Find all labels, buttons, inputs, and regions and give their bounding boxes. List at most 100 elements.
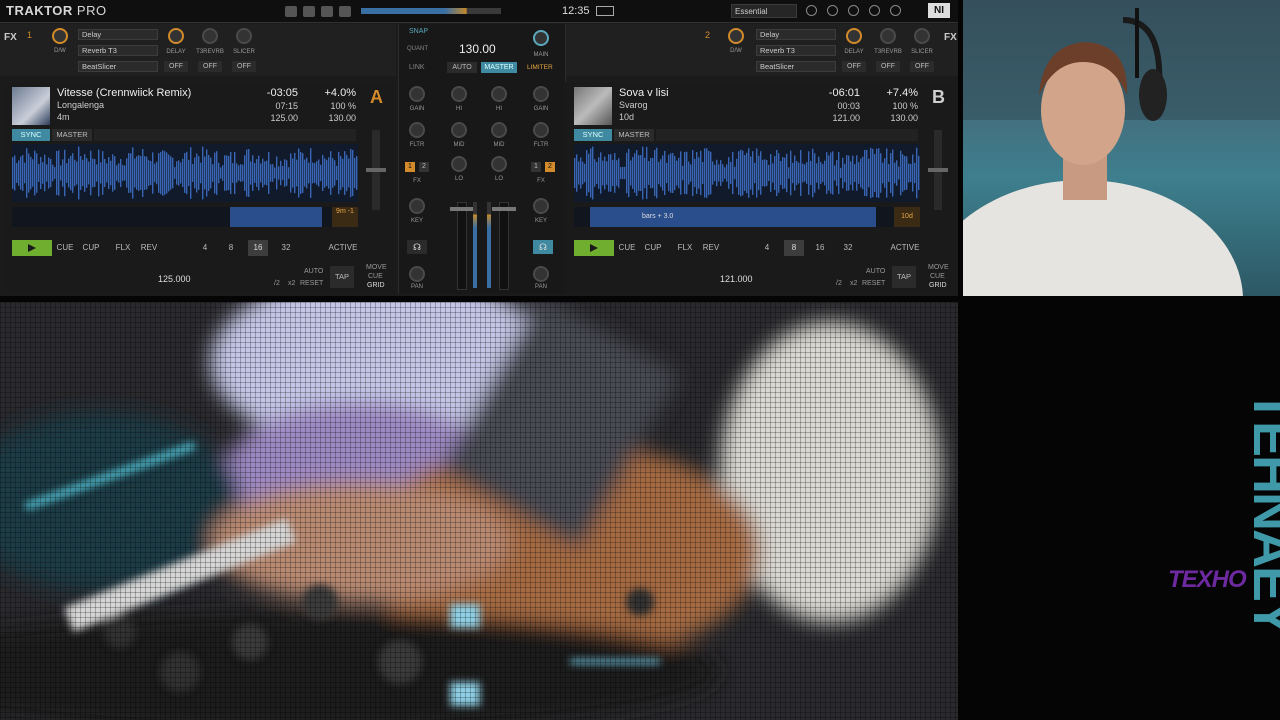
mid-knob-a[interactable] [451,122,467,138]
lo-knob-a[interactable] [451,156,467,172]
mid-knob-b[interactable] [491,122,507,138]
filter-knob-b[interactable] [533,122,549,138]
auto-button[interactable]: AUTO [866,268,885,275]
gain-knob-a[interactable] [409,86,425,102]
auto-button[interactable]: AUTO [304,268,323,275]
auto-button[interactable]: AUTO [447,62,477,73]
half-button[interactable]: /2 [274,280,280,287]
snap-button[interactable]: SNAP [409,28,428,35]
loop-size-32[interactable]: 32 [838,240,858,256]
fx-button-2[interactable]: OFF [876,61,900,72]
gear-icon[interactable] [827,5,838,16]
cassette-icon[interactable] [848,5,859,16]
quant-button[interactable]: QUANT [407,46,428,52]
tempo-fader[interactable] [366,130,386,210]
record-icon[interactable] [285,5,297,17]
loop-size-4[interactable]: 4 [196,240,214,256]
fullscreen-icon[interactable] [890,5,901,16]
loop-size-4[interactable]: 4 [758,240,776,256]
reset-button[interactable]: RESET [300,280,323,287]
flux-button[interactable]: FLX [112,240,134,256]
fx-knob-3[interactable] [914,28,930,44]
fx-button-1[interactable]: OFF [164,61,188,72]
filter-knob-a[interactable] [409,122,425,138]
fx-assign-1-a[interactable]: 1 [405,162,415,172]
loop-size-8[interactable]: 8 [784,240,804,256]
channel-fader-a[interactable] [450,202,474,290]
grid-button[interactable]: GRID [367,282,385,289]
play-button[interactable] [12,240,52,256]
cup-button[interactable]: CUP [642,240,664,256]
fx-slot-2-select[interactable]: Reverb T3 [78,45,158,56]
waveform[interactable] [12,144,358,202]
loop-size-8[interactable]: 8 [222,240,240,256]
gain-knob-b[interactable] [533,86,549,102]
pan-knob-a[interactable] [409,266,425,282]
track-overview[interactable]: bars + 3.0 10d [574,207,920,227]
fx-button-1[interactable]: OFF [842,61,866,72]
sync-button[interactable]: SYNC [574,129,612,141]
reverse-button[interactable]: REV [138,240,160,256]
lo-knob-b[interactable] [491,156,507,172]
hi-knob-b[interactable] [491,86,507,102]
fx-assign-2-b[interactable]: 2 [545,162,555,172]
speaker-icon[interactable] [321,5,333,17]
info-icon[interactable] [869,5,880,16]
cue-button[interactable]: CUE [54,240,76,256]
fx-slot-1-select[interactable]: Delay [78,29,158,40]
hi-knob-a[interactable] [451,86,467,102]
tap-button[interactable]: TAP [892,266,916,288]
layout-select[interactable]: Essential [731,4,797,18]
fx-knob-3[interactable] [236,28,252,44]
fx-knob-1[interactable] [846,28,862,44]
reverse-button[interactable]: REV [700,240,722,256]
dry-wet-knob[interactable] [728,28,744,44]
fx-button-2[interactable]: OFF [198,61,222,72]
fx-knob-1[interactable] [168,28,184,44]
load-icon[interactable] [339,5,351,17]
double-button[interactable]: x2 [288,280,295,287]
cue-headphone-b[interactable]: ☊ [533,240,553,254]
master-button[interactable]: MASTER [614,129,654,141]
key-knob-a[interactable] [409,198,425,214]
reset-button[interactable]: RESET [862,280,885,287]
loop-active-button[interactable]: ACTIVE [890,240,920,256]
loop-active-button[interactable]: ACTIVE [328,240,358,256]
half-button[interactable]: /2 [836,280,842,287]
fx-button-3[interactable]: OFF [910,61,934,72]
loop-size-16[interactable]: 16 [810,240,830,256]
waveform[interactable] [574,144,920,202]
tempo-fader[interactable] [928,130,948,210]
key-knob-b[interactable] [533,198,549,214]
fx-knob-2[interactable] [880,28,896,44]
master-clock-button[interactable]: MASTER [481,62,517,73]
link-button[interactable]: LINK [409,64,425,71]
main-knob[interactable] [533,30,549,46]
master-button[interactable]: MASTER [52,129,92,141]
fx-button-3[interactable]: OFF [232,61,256,72]
fx-assign-2-a[interactable]: 2 [419,162,429,172]
grid-button[interactable]: GRID [929,282,947,289]
fx-slot-2-select[interactable]: Reverb T3 [756,45,836,56]
cup-button[interactable]: CUP [80,240,102,256]
fx-knob-2[interactable] [202,28,218,44]
channel-fader-b[interactable] [492,202,516,290]
fx-slot-3-select[interactable]: BeatSlicer [78,61,158,72]
cue-button[interactable]: CUE [616,240,638,256]
tap-button[interactable]: TAP [330,266,354,288]
fx-slot-1-select[interactable]: Delay [756,29,836,40]
cue-headphone-a[interactable]: ☊ [407,240,427,254]
track-overview[interactable]: 9m -1 [12,207,358,227]
pan-knob-b[interactable] [533,266,549,282]
fx-slot-3-select[interactable]: BeatSlicer [756,61,836,72]
fx-assign-1-b[interactable]: 1 [531,162,541,172]
midi-icon[interactable] [303,5,315,17]
double-button[interactable]: x2 [850,280,857,287]
search-icon[interactable] [806,5,817,16]
loop-size-16[interactable]: 16 [248,240,268,256]
dry-wet-knob[interactable] [52,28,68,44]
flux-button[interactable]: FLX [674,240,696,256]
loop-size-32[interactable]: 32 [276,240,296,256]
sync-button[interactable]: SYNC [12,129,50,141]
play-button[interactable] [574,240,614,256]
